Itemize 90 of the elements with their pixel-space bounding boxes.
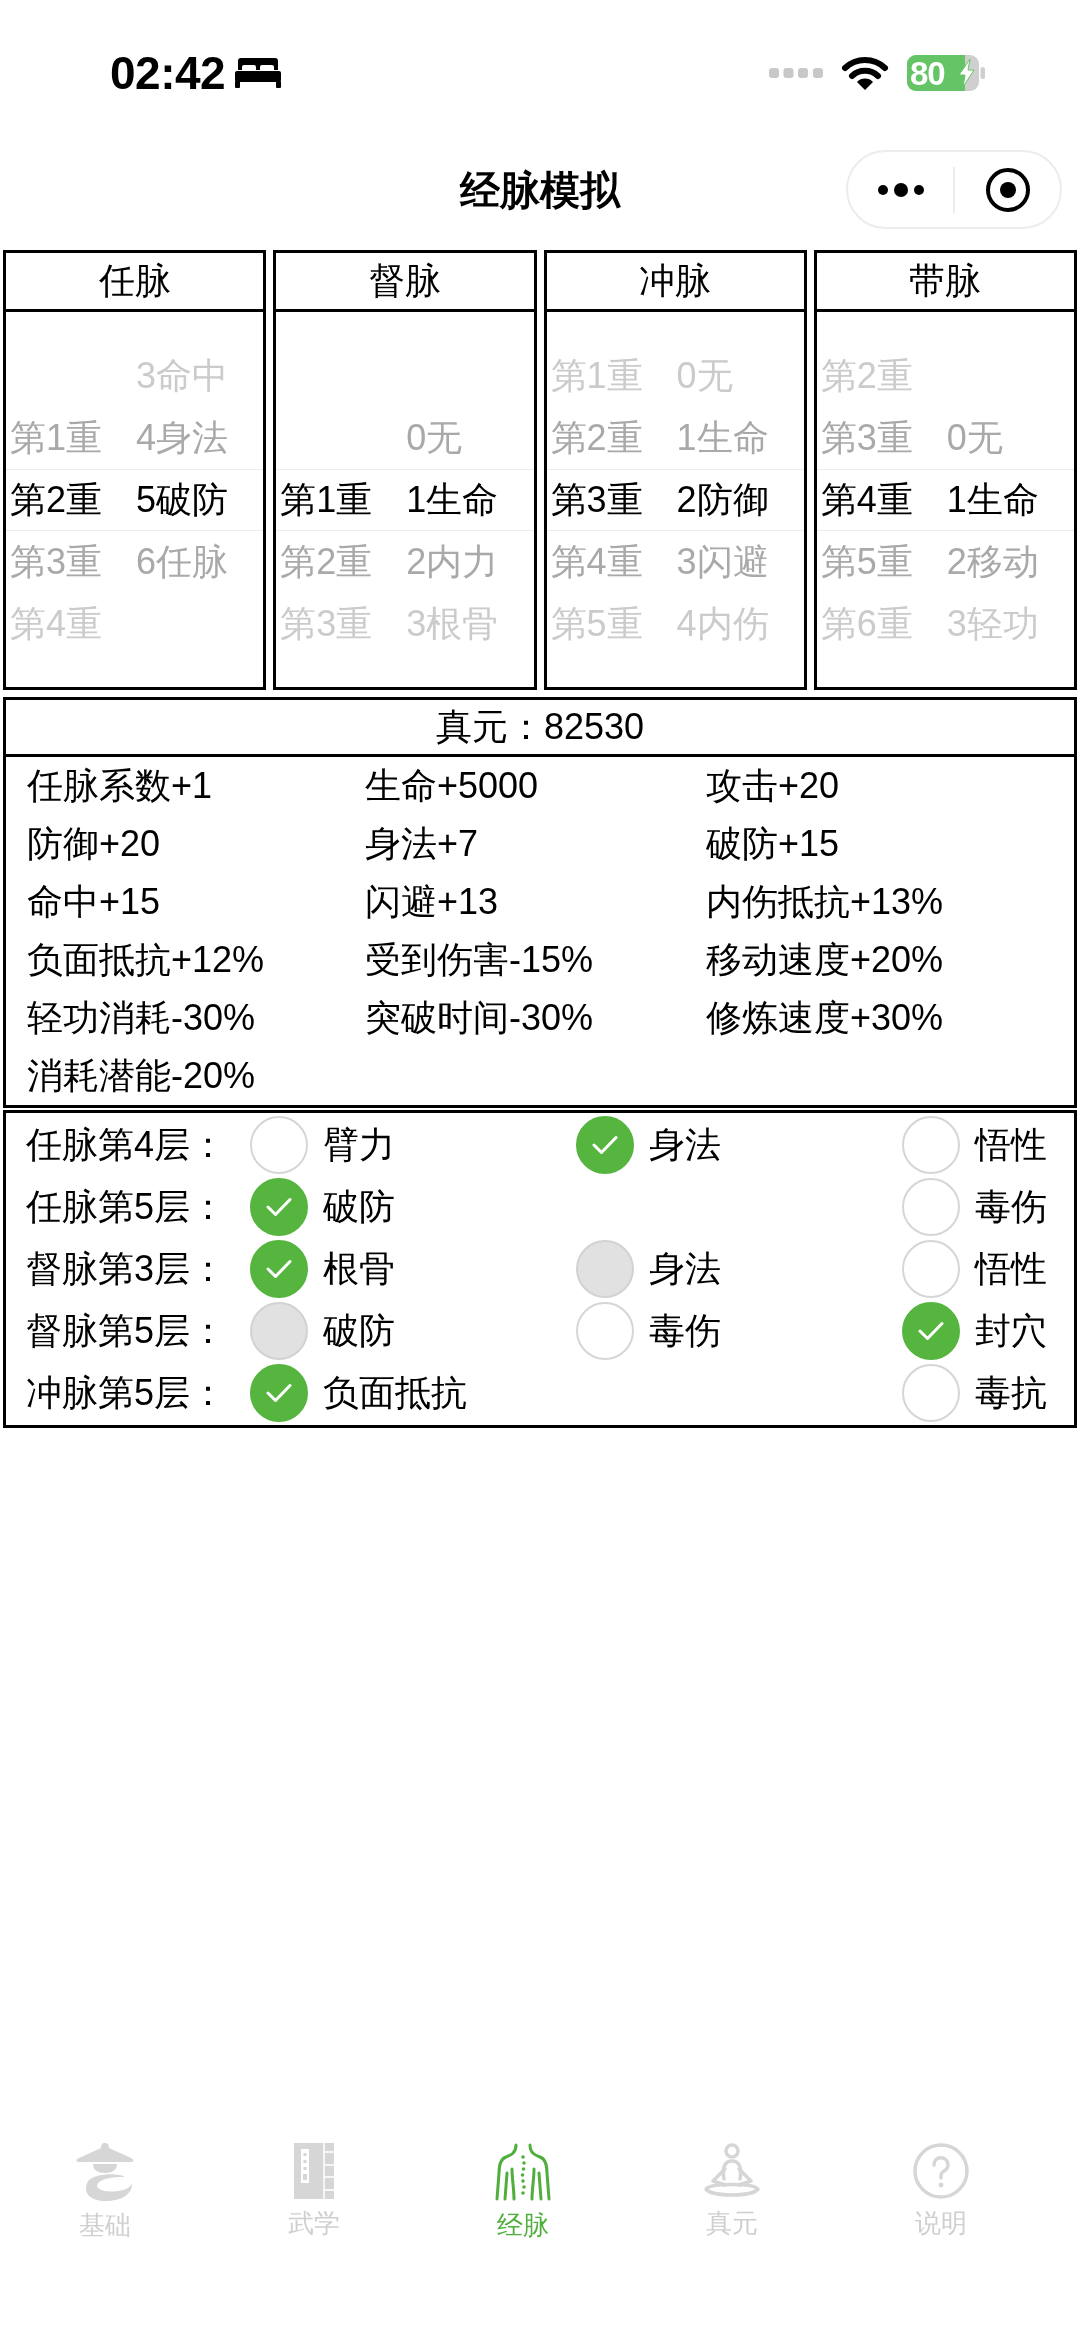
option-label[interactable]: 毒伤 bbox=[975, 1189, 1047, 1225]
picker-option[interactable]: 1生命 bbox=[406, 482, 499, 518]
picker-option[interactable]: 4身法 bbox=[136, 420, 229, 456]
checkbox[interactable] bbox=[902, 1240, 960, 1298]
checkbox[interactable] bbox=[902, 1116, 960, 1174]
checkbox[interactable] bbox=[902, 1302, 960, 1360]
target-icon bbox=[985, 167, 1030, 212]
picker-option[interactable]: 第2重 bbox=[10, 482, 103, 518]
check-icon bbox=[266, 1259, 292, 1279]
picker-option[interactable]: 第3重 bbox=[550, 482, 643, 518]
option-label[interactable]: 臂力 bbox=[323, 1127, 395, 1163]
picker-option[interactable]: 2内力 bbox=[406, 544, 499, 580]
check-icon bbox=[918, 1321, 944, 1341]
bonus-stat: 生命+5000 bbox=[365, 768, 539, 804]
signal-icon bbox=[769, 68, 823, 78]
picker-title: 督脉 bbox=[276, 253, 534, 312]
picker-option[interactable]: 第4重 bbox=[820, 482, 913, 518]
bonus-stat: 移动速度+20% bbox=[706, 942, 944, 978]
bonus-stat: 负面抵抗+12% bbox=[27, 942, 265, 978]
picker-option[interactable]: 第2重 bbox=[280, 544, 373, 580]
checkbox[interactable] bbox=[576, 1302, 634, 1360]
option-label[interactable]: 身法 bbox=[649, 1127, 721, 1163]
option-label[interactable]: 悟性 bbox=[975, 1127, 1047, 1163]
help-icon bbox=[912, 2143, 969, 2199]
bonus-stat: 受到伤害-15% bbox=[365, 942, 594, 978]
picker-option[interactable]: 2防御 bbox=[676, 482, 769, 518]
picker-option[interactable]: 第5重 bbox=[820, 544, 913, 580]
picker-option[interactable]: 第1重 bbox=[280, 482, 373, 518]
bonus-stat: 攻击+20 bbox=[706, 768, 840, 804]
checkbox[interactable] bbox=[250, 1116, 308, 1174]
row-label: 任脉第4层： bbox=[26, 1127, 227, 1163]
picker-option[interactable]: 1生命 bbox=[676, 420, 769, 456]
bed-icon bbox=[235, 58, 282, 88]
bonus-stat: 命中+15 bbox=[27, 884, 161, 920]
picker-title: 带脉 bbox=[816, 253, 1074, 312]
row-label: 任脉第5层： bbox=[26, 1189, 227, 1225]
book-icon bbox=[293, 2143, 334, 2199]
bonus-stat: 突破时间-30% bbox=[365, 1000, 594, 1036]
picker-option[interactable]: 第2重 bbox=[550, 420, 643, 456]
bonus-stat: 轻功消耗-30% bbox=[27, 1000, 256, 1036]
torso-icon bbox=[494, 2143, 551, 2201]
option-label[interactable]: 悟性 bbox=[975, 1251, 1047, 1287]
picker-option[interactable]: 1生命 bbox=[946, 482, 1039, 518]
picker-title: 冲脉 bbox=[546, 253, 804, 312]
wifi-icon bbox=[841, 56, 889, 90]
picker-option[interactable]: 3闪避 bbox=[676, 544, 769, 580]
picker-option[interactable]: 6任脉 bbox=[136, 544, 229, 580]
option-label[interactable]: 毒抗 bbox=[975, 1375, 1047, 1411]
picker-option[interactable]: 5破防 bbox=[136, 482, 229, 518]
row-label: 冲脉第5层： bbox=[26, 1375, 227, 1411]
check-icon bbox=[266, 1197, 292, 1217]
picker-option[interactable]: 第1重 bbox=[10, 420, 103, 456]
picker-option[interactable]: 第3重 bbox=[820, 420, 913, 456]
checkbox[interactable] bbox=[250, 1364, 308, 1422]
more-icon bbox=[877, 182, 924, 197]
bonus-stat: 闪避+13 bbox=[365, 884, 499, 920]
option-label[interactable]: 封穴 bbox=[975, 1313, 1047, 1349]
option-label[interactable]: 负面抵抗 bbox=[323, 1375, 467, 1411]
row-label: 督脉第3层： bbox=[26, 1251, 227, 1287]
bonus-stat: 任脉系数+1 bbox=[27, 768, 213, 804]
picker-option[interactable]: 0无 bbox=[406, 420, 463, 456]
hat-figure-icon bbox=[74, 2143, 135, 2201]
checkbox[interactable] bbox=[250, 1240, 308, 1298]
check-icon bbox=[592, 1135, 618, 1155]
picker-option[interactable]: 0无 bbox=[946, 420, 1003, 456]
picker-option[interactable]: 2移动 bbox=[946, 544, 1039, 580]
row-label: 督脉第5层： bbox=[26, 1313, 227, 1349]
option-label[interactable]: 毒伤 bbox=[649, 1313, 721, 1349]
bonus-stat: 防御+20 bbox=[27, 826, 161, 862]
page-title: 经脉模拟 bbox=[460, 170, 620, 210]
bonus-stat: 修炼速度+30% bbox=[706, 1000, 944, 1036]
picker-title: 任脉 bbox=[6, 253, 264, 312]
checkbox[interactable] bbox=[250, 1178, 308, 1236]
bonus-stat: 内伤抵抗+13% bbox=[706, 884, 944, 920]
picker-option[interactable]: 第4重 bbox=[550, 544, 643, 580]
checkbox[interactable] bbox=[576, 1116, 634, 1174]
checkbox[interactable] bbox=[902, 1364, 960, 1422]
bonus-stat: 破防+15 bbox=[706, 826, 840, 862]
bonus-stat: 身法+7 bbox=[365, 826, 479, 862]
battery-percentage: 80 bbox=[910, 55, 945, 91]
option-label[interactable]: 根骨 bbox=[323, 1251, 395, 1287]
check-icon bbox=[266, 1383, 292, 1403]
tab-button[interactable]: 经脉 bbox=[494, 2143, 551, 2238]
meditating-figure-icon bbox=[702, 2143, 761, 2199]
bonus-stat: 消耗潜能-20% bbox=[27, 1058, 256, 1094]
picker-option[interactable]: 第3重 bbox=[10, 544, 103, 580]
zhenyuan-total: 真元：82530 bbox=[435, 709, 645, 745]
status-time: 02:42 bbox=[110, 50, 226, 96]
option-label[interactable]: 破防 bbox=[323, 1189, 395, 1225]
checkbox[interactable] bbox=[902, 1178, 960, 1236]
